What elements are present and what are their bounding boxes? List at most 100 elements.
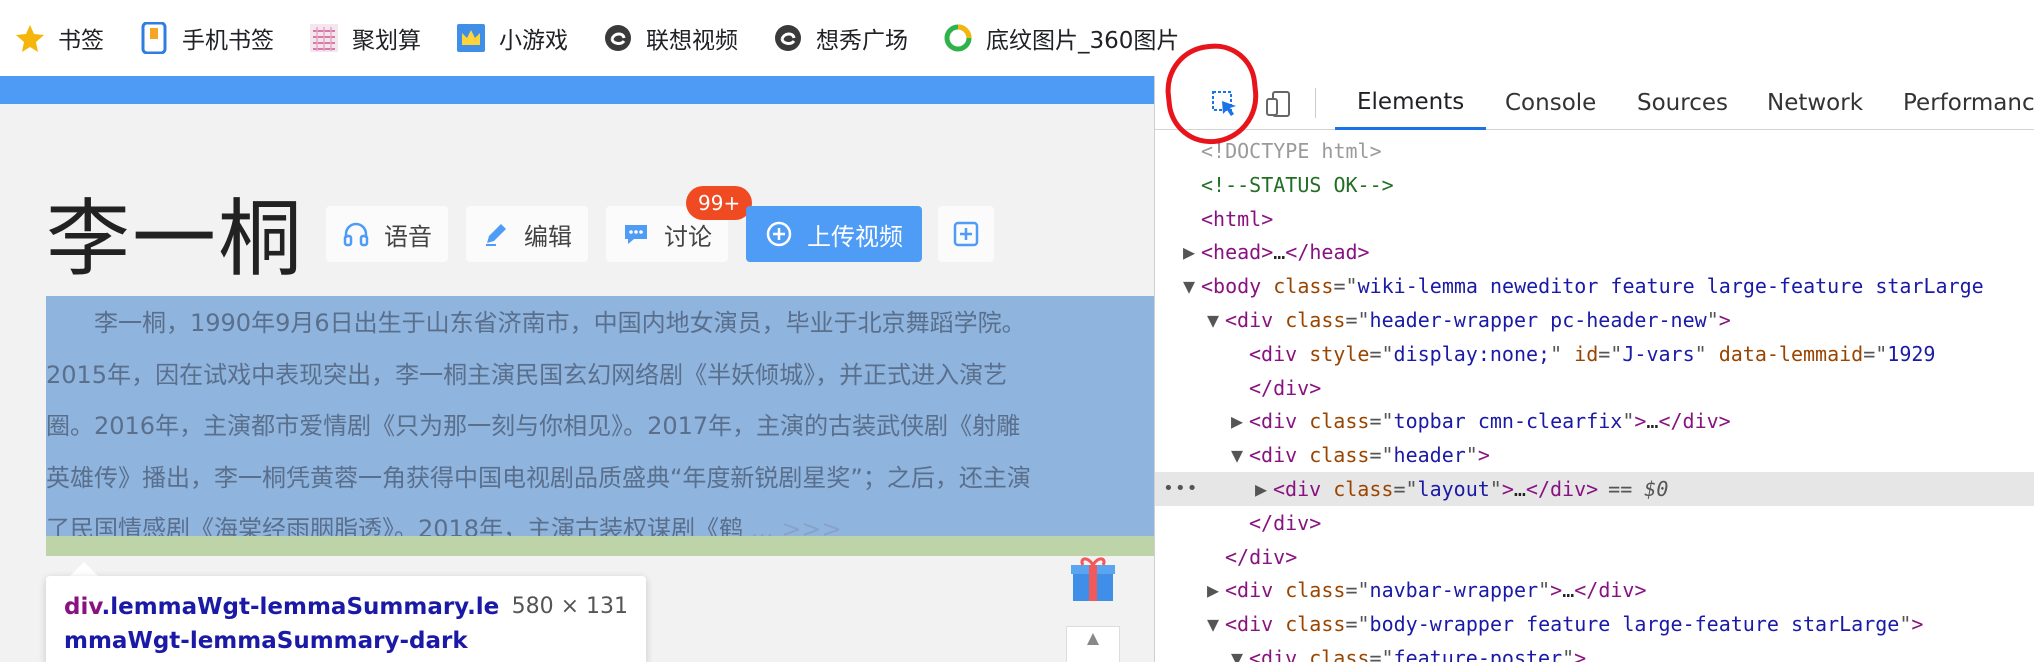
dom-token: =": [1369, 646, 1394, 662]
dom-token: J-vars: [1622, 341, 1695, 366]
selected-node-marker: == $0: [1608, 477, 1669, 501]
dom-node-line[interactable]: </div>: [1155, 371, 2034, 405]
upload-video-label: 上传视频: [807, 222, 903, 251]
bookmark-item[interactable]: 小游戏: [455, 0, 568, 76]
dom-token: class: [1333, 477, 1394, 501]
summary-line: 圈。2016年，主演都市爱情剧《只为那一刻与你相见》。2017年，主演的古装武侠…: [46, 412, 1021, 440]
dom-token: <div: [1249, 646, 1310, 662]
dom-token: >: [1574, 646, 1587, 662]
dom-node-line[interactable]: ▶ <head>…</head>: [1155, 235, 2034, 269]
discuss-count-badge: 99+: [686, 186, 753, 220]
dom-token: =": [1369, 443, 1394, 468]
headphones-icon: [343, 222, 369, 247]
collapse-arrow-icon[interactable]: ▼: [1207, 607, 1225, 641]
summary-padding-overlay: [46, 536, 1188, 556]
dom-node-line[interactable]: ▼ <div class="header-wrapper pc-header-ne…: [1155, 303, 2034, 337]
gift-icon[interactable]: [1068, 553, 1118, 603]
expand-arrow-icon[interactable]: ▶: [1207, 573, 1225, 607]
add-more-button[interactable]: [938, 206, 994, 262]
tab-sources[interactable]: Sources: [1625, 76, 1740, 130]
lenovo-e-icon: [602, 22, 634, 54]
collapse-arrow-icon[interactable]: ▼: [1231, 438, 1249, 472]
dom-token: <div: [1225, 308, 1286, 332]
toolbar-divider: [1315, 88, 1316, 118]
dom-node-line[interactable]: ▼ <div class="header">: [1155, 438, 2034, 472]
collapse-arrow-icon[interactable]: ▼: [1183, 269, 1201, 303]
tab-network[interactable]: Network: [1755, 76, 1875, 130]
bookmark-item[interactable]: 聚划算: [308, 0, 421, 76]
devtools-toolbar: Elements Console Sources Network Perform…: [1155, 76, 2034, 130]
dom-token: class: [1309, 443, 1370, 468]
dom-node-line[interactable]: ▶ <div class="topbar cmn-clearfix">…</div…: [1155, 404, 2034, 438]
bookmark-item[interactable]: 书签: [14, 0, 104, 76]
dom-token: <head>: [1201, 240, 1274, 265]
tab-elements[interactable]: Elements: [1335, 76, 1487, 130]
dom-node-line[interactable]: ▼ <div class="body-wrapper feature large-…: [1155, 607, 2034, 641]
dom-token: <div: [1273, 477, 1334, 501]
dom-token: >: [1718, 308, 1731, 332]
dom-token: 1929: [1887, 341, 1936, 366]
dom-token: ": [1562, 646, 1575, 662]
dom-node-selected[interactable]: ▶ <div class="layout">…</div> == $0 •••: [1155, 472, 2034, 506]
dom-node-line[interactable]: <html>: [1155, 202, 2034, 236]
collapse-arrow-icon[interactable]: ▼: [1231, 641, 1249, 662]
bookmark-item[interactable]: 手机书签: [138, 0, 274, 76]
dom-node-line[interactable]: ▼ <div class="feature-poster">: [1155, 641, 2034, 662]
dom-token: <html>: [1201, 206, 1274, 231]
bookmark-label: 联想视频: [646, 28, 738, 54]
dom-token: =": [1345, 308, 1370, 332]
side-like-button[interactable]: [1066, 626, 1120, 662]
dom-token: …: [1513, 477, 1526, 501]
dom-token: ": [1465, 443, 1478, 468]
bookmark-item[interactable]: 想秀广场: [772, 0, 908, 76]
dom-token: >: [1550, 578, 1563, 603]
expand-arrow-icon[interactable]: ▶: [1231, 404, 1249, 438]
elements-dom-tree[interactable]: <!DOCTYPE html> <!--STATUS OK--> <html> ▶ <h…: [1155, 130, 2034, 662]
devtools-panel: Elements Console Sources Network Perform…: [1154, 76, 2034, 662]
dom-token: =": [1598, 341, 1623, 366]
dom-token: ": [1899, 612, 1912, 637]
tab-console[interactable]: Console: [1493, 76, 1608, 130]
bookmark-item[interactable]: 联想视频: [602, 0, 738, 76]
dom-token: display:none;: [1393, 341, 1551, 366]
bookmark-label: 小游戏: [499, 28, 568, 54]
dom-token: topbar cmn-clearfix: [1393, 409, 1623, 434]
expand-arrow-icon[interactable]: ▶: [1255, 472, 1273, 506]
tab-performance[interactable]: Performance: [1891, 76, 2034, 130]
dom-node-line[interactable]: ▼ <body class="wiki-lemma neweditor featu…: [1155, 269, 2034, 303]
dom-token: ": [1706, 308, 1719, 332]
device-toggle-button[interactable]: [1259, 84, 1299, 124]
dom-token: class: [1309, 646, 1370, 662]
dom-node-line[interactable]: </div>: [1155, 540, 2034, 574]
lenovo-e-icon: [772, 22, 804, 54]
bookmark-item[interactable]: 底纹图片_360图片: [942, 0, 1179, 76]
dom-token: wiki-lemma neweditor feature large-featu…: [1357, 274, 1984, 299]
lemma-summary-highlighted: 李一桐，1990年9月6日出生于山东省济南市，中国内地女演员，毕业于北京舞蹈学院…: [46, 296, 1188, 543]
upload-video-button[interactable]: 上传视频: [746, 206, 922, 262]
dom-token: </div>: [1249, 375, 1322, 400]
dom-node-line[interactable]: <!--STATUS OK-->: [1155, 168, 2034, 202]
dom-node-line[interactable]: </div>: [1155, 506, 2034, 540]
dom-token: style: [1309, 341, 1370, 366]
tooltip-caret: [70, 562, 98, 576]
dom-token: ": [1622, 409, 1635, 434]
bookmark-label: 手机书签: [182, 28, 274, 54]
game-crown-icon: [455, 22, 487, 54]
collapse-arrow-icon[interactable]: ▼: [1207, 303, 1225, 337]
dom-token: class: [1285, 308, 1346, 332]
dom-node-line[interactable]: <!DOCTYPE html>: [1155, 134, 2034, 168]
inspect-tooltip: div.lemmaWgt-lemmaSummary.lemmaWgt-lemma…: [46, 576, 646, 662]
dom-node-line[interactable]: ▶ <div class="navbar-wrapper">…</div>: [1155, 573, 2034, 607]
dom-token: ": [1489, 477, 1502, 501]
edit-button[interactable]: 编辑: [466, 206, 588, 262]
discuss-label: 讨论: [664, 222, 712, 251]
more-options-icon[interactable]: •••: [1163, 472, 1199, 506]
device-mode-icon: [1266, 91, 1290, 117]
dom-token: …: [1646, 409, 1659, 434]
star-icon: [14, 22, 46, 54]
dom-node-line[interactable]: <div style="display:none;" id="J-vars" d…: [1155, 337, 2034, 371]
dom-token: data-lemmaid: [1718, 341, 1864, 366]
voice-button[interactable]: 语音: [326, 206, 448, 262]
expand-arrow-icon[interactable]: ▶: [1183, 235, 1201, 269]
dom-token: ": [1538, 578, 1551, 603]
